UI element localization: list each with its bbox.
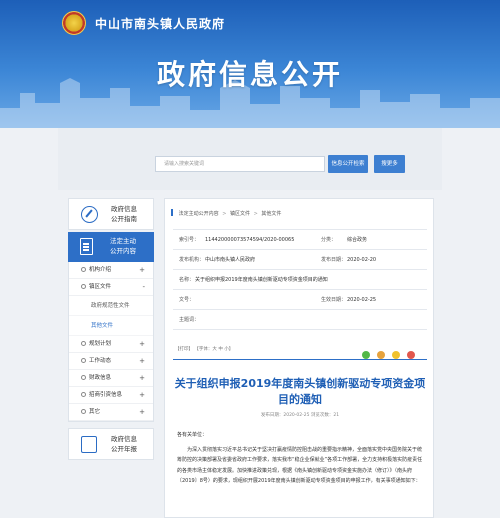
meta-effective-label: 生效日期： [321, 297, 347, 303]
sidebar-list: 机构介绍 + 镇区文件 - 政府规范性文件 其他文件 规划计划 + 工作动态 +… [68, 262, 154, 422]
bullet-icon [81, 267, 86, 272]
sidebar-item-news[interactable]: 工作动态 + [69, 353, 153, 370]
share-more-icon[interactable] [407, 351, 415, 359]
sidebar-active-label: 法定主动 公开内容 [110, 237, 136, 255]
article-paragraph: 为深入贯彻落实习近平总书记关于坚决打赢疫情防控阻击战的重要指示精神，全面落实党中… [177, 446, 423, 485]
sidebar-annual-report-label: 政府信息 公开年报 [111, 435, 137, 453]
expand-icon[interactable]: + [139, 336, 145, 353]
bullet-icon [81, 358, 86, 363]
divider [173, 359, 427, 360]
sidebar-item-label: 工作动态 [89, 358, 112, 364]
article-greeting: 各有关单位： [177, 432, 208, 438]
sidebar-item-label: 招商引资信息 [89, 392, 123, 398]
meta-row: 索引号： 11442000007357459​4/2020-00065 分类： … [173, 230, 427, 250]
compass-icon [81, 206, 98, 223]
sidebar-subitem-other-files[interactable]: 其他文件 [69, 316, 153, 336]
collapse-icon[interactable]: - [142, 279, 145, 296]
meta-row: 文号： 生效日期： 2020-02-25 [173, 290, 427, 310]
sidebar-guide[interactable]: 政府信息 公开指南 [68, 198, 154, 230]
search-more-button[interactable]: 搜更多 [374, 155, 405, 173]
search-button[interactable]: 信息公开检索 [328, 155, 368, 173]
breadcrumb-separator: > [253, 211, 258, 217]
meta-index-value: 11442000007357459​4/2020-00065 [205, 237, 295, 243]
bullet-icon [81, 409, 86, 414]
article-date: 发布日期：2020-02-25 浏览次数：21 [260, 413, 340, 418]
share-bar [360, 344, 415, 363]
main-content: 法定主动公开内容 > 镇区文件 > 其他文件 索引号： 114420000073… [164, 198, 434, 518]
sidebar-subitem-normative[interactable]: 政府规范性文件 [69, 296, 153, 316]
sidebar-item-investment[interactable]: 招商引资信息 + [69, 387, 153, 404]
meta-publisher-value: 中山市南头镇人民政府 [205, 257, 256, 263]
sidebar-item-label: 机构介绍 [89, 267, 112, 273]
qzone-share-icon[interactable] [391, 351, 400, 359]
expand-icon[interactable]: + [139, 404, 145, 421]
document-meta-table: 索引号： 11442000007357459​4/2020-00065 分类： … [173, 229, 427, 330]
sidebar-active-section[interactable]: 法定主动 公开内容 [68, 232, 154, 262]
sidebar-item-label: 镇区文件 [89, 284, 112, 290]
bullet-icon [81, 392, 86, 397]
sidebar-item-town-files[interactable]: 镇区文件 - [69, 279, 153, 296]
meta-index-label: 索引号： [179, 237, 200, 243]
expand-icon[interactable]: + [139, 353, 145, 370]
meta-date-label: 发布日期： [321, 257, 347, 263]
meta-row: 主题词： [173, 310, 427, 330]
expand-icon[interactable]: + [139, 262, 145, 279]
sidebar-item-label: 财政信息 [89, 375, 112, 381]
meta-publisher-label: 发布机构： [179, 257, 205, 263]
breadcrumb-item[interactable]: 镇区文件 [230, 211, 250, 217]
breadcrumb-separator: > [222, 211, 227, 217]
weibo-share-icon[interactable] [376, 351, 385, 359]
sidebar-guide-label: 政府信息 公开指南 [111, 205, 137, 223]
bullet-icon [81, 284, 86, 289]
sidebar-item-label: 规划计划 [89, 341, 112, 347]
sidebar-item-other[interactable]: 其它 + [69, 404, 153, 421]
sidebar-item-planning[interactable]: 规划计划 + [69, 336, 153, 353]
meta-row: 名称： 关于组织申报2019年度南头镇创新驱动专项资金项目的通知 [173, 270, 427, 290]
bullet-icon [81, 341, 86, 346]
expand-icon[interactable]: + [139, 370, 145, 387]
meta-category-value: 综合政务 [347, 237, 368, 243]
document-icon [80, 238, 93, 255]
search-input[interactable]: 请输入搜索关键词 [155, 156, 325, 172]
article-title: 关于组织申报2019年度南头镇创新驱动专项资金项目的通知 [174, 377, 426, 406]
meta-name-value: 关于组织申报2019年度南头镇创新驱动专项资金项目的通知 [195, 277, 328, 283]
meta-date-value: 2020-02-20 [347, 257, 377, 263]
page-heading: 政府信息公开 [156, 58, 343, 91]
sidebar-annual-report[interactable]: 政府信息 公开年报 [68, 428, 154, 460]
sidebar-item-label: 其它 [89, 409, 101, 415]
meta-name-label: 名称： [179, 277, 195, 283]
breadcrumb-item[interactable]: 其他文件 [261, 211, 281, 217]
breadcrumb-item[interactable]: 法定主动公开内容 [179, 211, 219, 217]
meta-doc-no-label: 文号： [179, 297, 195, 303]
sidebar-item-org[interactable]: 机构介绍 + [69, 262, 153, 279]
site-header: 中山市南头镇人民政府 政府信息公开 [0, 0, 500, 128]
search-bar: 请输入搜索关键词 信息公开检索 搜更多 [58, 128, 442, 190]
breadcrumb-marker [171, 209, 173, 216]
report-icon [81, 436, 97, 453]
wechat-share-icon[interactable] [361, 351, 370, 359]
meta-subject-label: 主题词： [179, 317, 200, 323]
breadcrumb: 法定主动公开内容 > 镇区文件 > 其他文件 [171, 209, 281, 217]
bullet-icon [81, 375, 86, 380]
meta-row: 发布机构： 中山市南头镇人民政府 发布日期： 2020-02-20 [173, 250, 427, 270]
site-name[interactable]: 中山市南头镇人民政府 [95, 15, 225, 32]
article-body: 各有关单位： 为深入贯彻落实习近平总书记关于坚决打赢疫情防控阻击战的重要指示精神… [177, 430, 423, 491]
meta-effective-value: 2020-02-25 [347, 297, 377, 303]
sidebar-item-finance[interactable]: 财政信息 + [69, 370, 153, 387]
sidebar: 政府信息 公开指南 法定主动 公开内容 机构介绍 + 镇区文件 - 政府规范性文… [68, 198, 154, 460]
meta-category-label: 分类： [321, 237, 337, 243]
national-emblem-icon [62, 11, 86, 35]
print-font-tools[interactable]: 【打印】 【字体：大 中 小】 [175, 346, 233, 352]
expand-icon[interactable]: + [139, 387, 145, 404]
